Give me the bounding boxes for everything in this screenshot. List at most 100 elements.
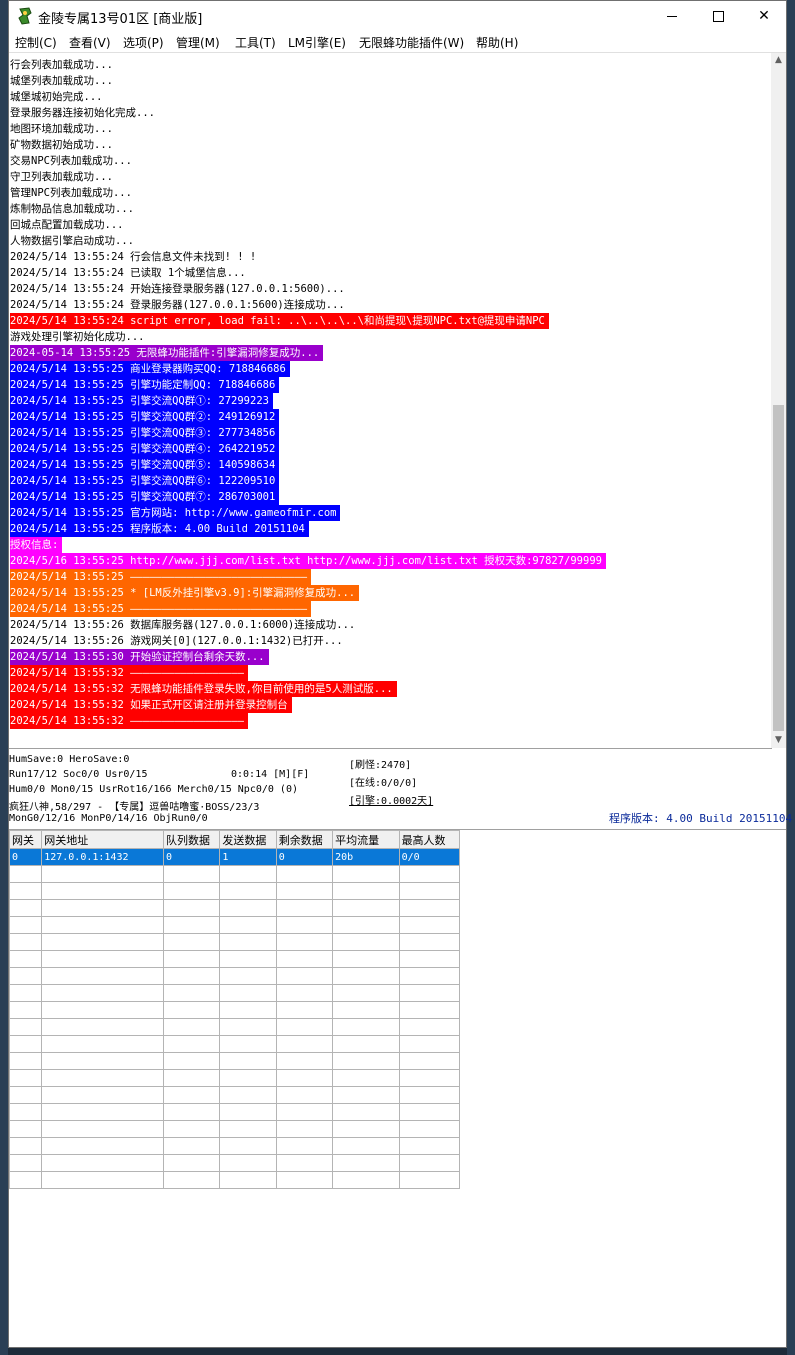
close-button[interactable]: ✕ [741, 1, 787, 31]
col-header-queue[interactable]: 队列数据 [162, 830, 221, 849]
scroll-thumb[interactable] [773, 405, 784, 731]
log-line: 2024/5/14 13:55:30 开始验证控制台剩余天数... [10, 649, 269, 665]
table-cell [219, 1069, 277, 1087]
col-header-remaining[interactable]: 剩余数据 [275, 830, 334, 849]
table-cell: 0 [8, 848, 43, 866]
log-scrollbar[interactable]: ▲ ▼ [771, 53, 786, 748]
table-row[interactable] [8, 984, 461, 1002]
menu-manage[interactable]: 管理(M) [176, 34, 220, 51]
col-header-address[interactable]: 网关地址 [41, 830, 164, 849]
table-row[interactable] [8, 1154, 461, 1172]
table-cell [8, 882, 43, 900]
table-cell [398, 933, 461, 951]
maximize-button[interactable] [695, 1, 741, 31]
table-cell [162, 882, 221, 900]
log-line: 行会列表加载成功... [10, 57, 117, 73]
table-row[interactable] [8, 1069, 461, 1087]
table-cell [41, 1069, 164, 1087]
table-cell [332, 984, 400, 1002]
table-cell [8, 1137, 43, 1155]
log-line: 2024/5/14 13:55:32 无限蜂功能插件登录失败,你目前使用的是5人… [10, 681, 397, 697]
table-row[interactable] [8, 899, 461, 917]
table-cell [41, 1086, 164, 1104]
gateway-table[interactable]: 网关 网关地址 队列数据 发送数据 剩余数据 平均流量 最高人数 0 127.0.… [8, 830, 461, 1189]
table-row[interactable] [8, 1086, 461, 1104]
gateway-table-header: 网关 网关地址 队列数据 发送数据 剩余数据 平均流量 最高人数 [8, 830, 461, 849]
menu-plugin[interactable]: 无限蜂功能插件(W) [359, 34, 464, 51]
table-cell [8, 933, 43, 951]
log-line: 2024/5/14 13:55:25 引擎功能定制QQ: 718846686 [10, 377, 280, 393]
log-line-text: 2024/5/14 13:55:25 官方网站: http://www.game… [10, 505, 341, 521]
table-row[interactable] [8, 1137, 461, 1155]
table-row[interactable] [8, 967, 461, 985]
table-cell [219, 1154, 277, 1172]
menu-options[interactable]: 选项(P) [123, 34, 164, 51]
scroll-up-icon[interactable]: ▲ [771, 53, 786, 68]
table-cell [219, 933, 277, 951]
col-header-gateway[interactable]: 网关 [8, 830, 43, 849]
log-line: 2024/5/14 13:55:25 引擎交流QQ群②: 249126912 [10, 409, 280, 425]
log-line: 矿物数据初始成功... [10, 137, 117, 153]
table-cell [219, 1018, 277, 1036]
menu-help[interactable]: 帮助(H) [476, 34, 518, 51]
col-header-sent[interactable]: 发送数据 [219, 830, 277, 849]
table-cell [398, 1069, 461, 1087]
table-row[interactable] [8, 933, 461, 951]
table-row[interactable] [8, 1018, 461, 1036]
table-cell [162, 1035, 221, 1053]
table-cell [219, 882, 277, 900]
table-row[interactable] [8, 916, 461, 934]
table-row[interactable]: 0 127.0.0.1:1432 0 1 0 20b 0/0 [8, 848, 461, 866]
table-row[interactable] [8, 1052, 461, 1070]
table-row[interactable] [8, 1120, 461, 1138]
minimize-button[interactable] [649, 1, 695, 31]
log-line-text: 游戏处理引擎初始化成功... [10, 331, 145, 343]
log-line-text: 2024/5/14 13:55:25 引擎交流QQ群⑤: 140598634 [10, 457, 280, 473]
status-player: 疯狂八神,58/297 - 【专属】逗兽咕噜蜜·BOSS/23/3 [9, 802, 260, 813]
table-row[interactable] [8, 1001, 461, 1019]
table-cell [275, 1018, 334, 1036]
table-row[interactable] [8, 1103, 461, 1121]
table-row[interactable] [8, 1035, 461, 1053]
table-row[interactable] [8, 950, 461, 968]
table-row[interactable] [8, 882, 461, 900]
log-line-text: 2024/5/14 13:55:25 商业登录器购买QQ: 718846686 [10, 361, 290, 377]
log-line-text: 登录服务器连接初始化完成... [10, 107, 155, 119]
log-line: 2024/5/14 13:55:25 * [LM反外挂引擎v3.9]:引擎漏洞修… [10, 585, 360, 601]
log-line-text: 管理NPC列表加载成功... [10, 187, 132, 199]
scroll-down-icon[interactable]: ▼ [771, 733, 786, 748]
status-run: Run17/12 Soc0/0 Usr0/15 [9, 769, 148, 780]
col-header-avg-traffic[interactable]: 平均流量 [332, 830, 400, 849]
table-cell [398, 1086, 461, 1104]
menu-view[interactable]: 查看(V) [69, 34, 111, 51]
log-line: 2024/5/14 13:55:25 引擎交流QQ群①: 27299223 [10, 393, 273, 409]
log-line-text: 矿物数据初始成功... [10, 139, 113, 151]
log-line: 回城点配置加载成功... [10, 217, 127, 233]
table-cell [332, 1052, 400, 1070]
log-line-text: 2024/5/14 13:55:32 如果正式开区请注册并登录控制台 [10, 697, 292, 713]
table-cell [275, 882, 334, 900]
table-cell [332, 1171, 400, 1189]
table-cell [275, 933, 334, 951]
table-cell [332, 1154, 400, 1172]
table-cell [398, 1018, 461, 1036]
log-line-text: 2024/5/14 13:55:24 开始连接登录服务器(127.0.0.1:5… [10, 283, 345, 295]
status-engine[interactable]: [引擎:0.0002天] [349, 792, 433, 807]
table-cell [275, 967, 334, 985]
title-bar[interactable]: 金陵专属13号01区 [商业版] ✕ [9, 1, 786, 31]
table-cell [275, 1035, 334, 1053]
log-line: 2024/5/14 13:55:25 官方网站: http://www.game… [10, 505, 341, 521]
table-cell [332, 1120, 400, 1138]
table-cell [41, 984, 164, 1002]
table-cell [275, 1120, 334, 1138]
table-row[interactable] [8, 1171, 461, 1189]
log-line-text: 地图环境加载成功... [10, 123, 113, 135]
menu-control[interactable]: 控制(C) [15, 34, 57, 51]
log-console[interactable]: 行会列表加载成功... 城堡列表加载成功... 城堡城初始完成... 登录服务器连接初… [9, 53, 772, 749]
menu-lm-engine[interactable]: LM引擎(E) [288, 34, 346, 51]
col-header-max-users[interactable]: 最高人数 [398, 830, 461, 849]
table-row[interactable] [8, 865, 461, 883]
table-cell [219, 1035, 277, 1053]
log-line-text: 2024/5/14 13:55:25 —————————————————————… [10, 601, 312, 617]
menu-tools[interactable]: 工具(T) [235, 34, 276, 51]
